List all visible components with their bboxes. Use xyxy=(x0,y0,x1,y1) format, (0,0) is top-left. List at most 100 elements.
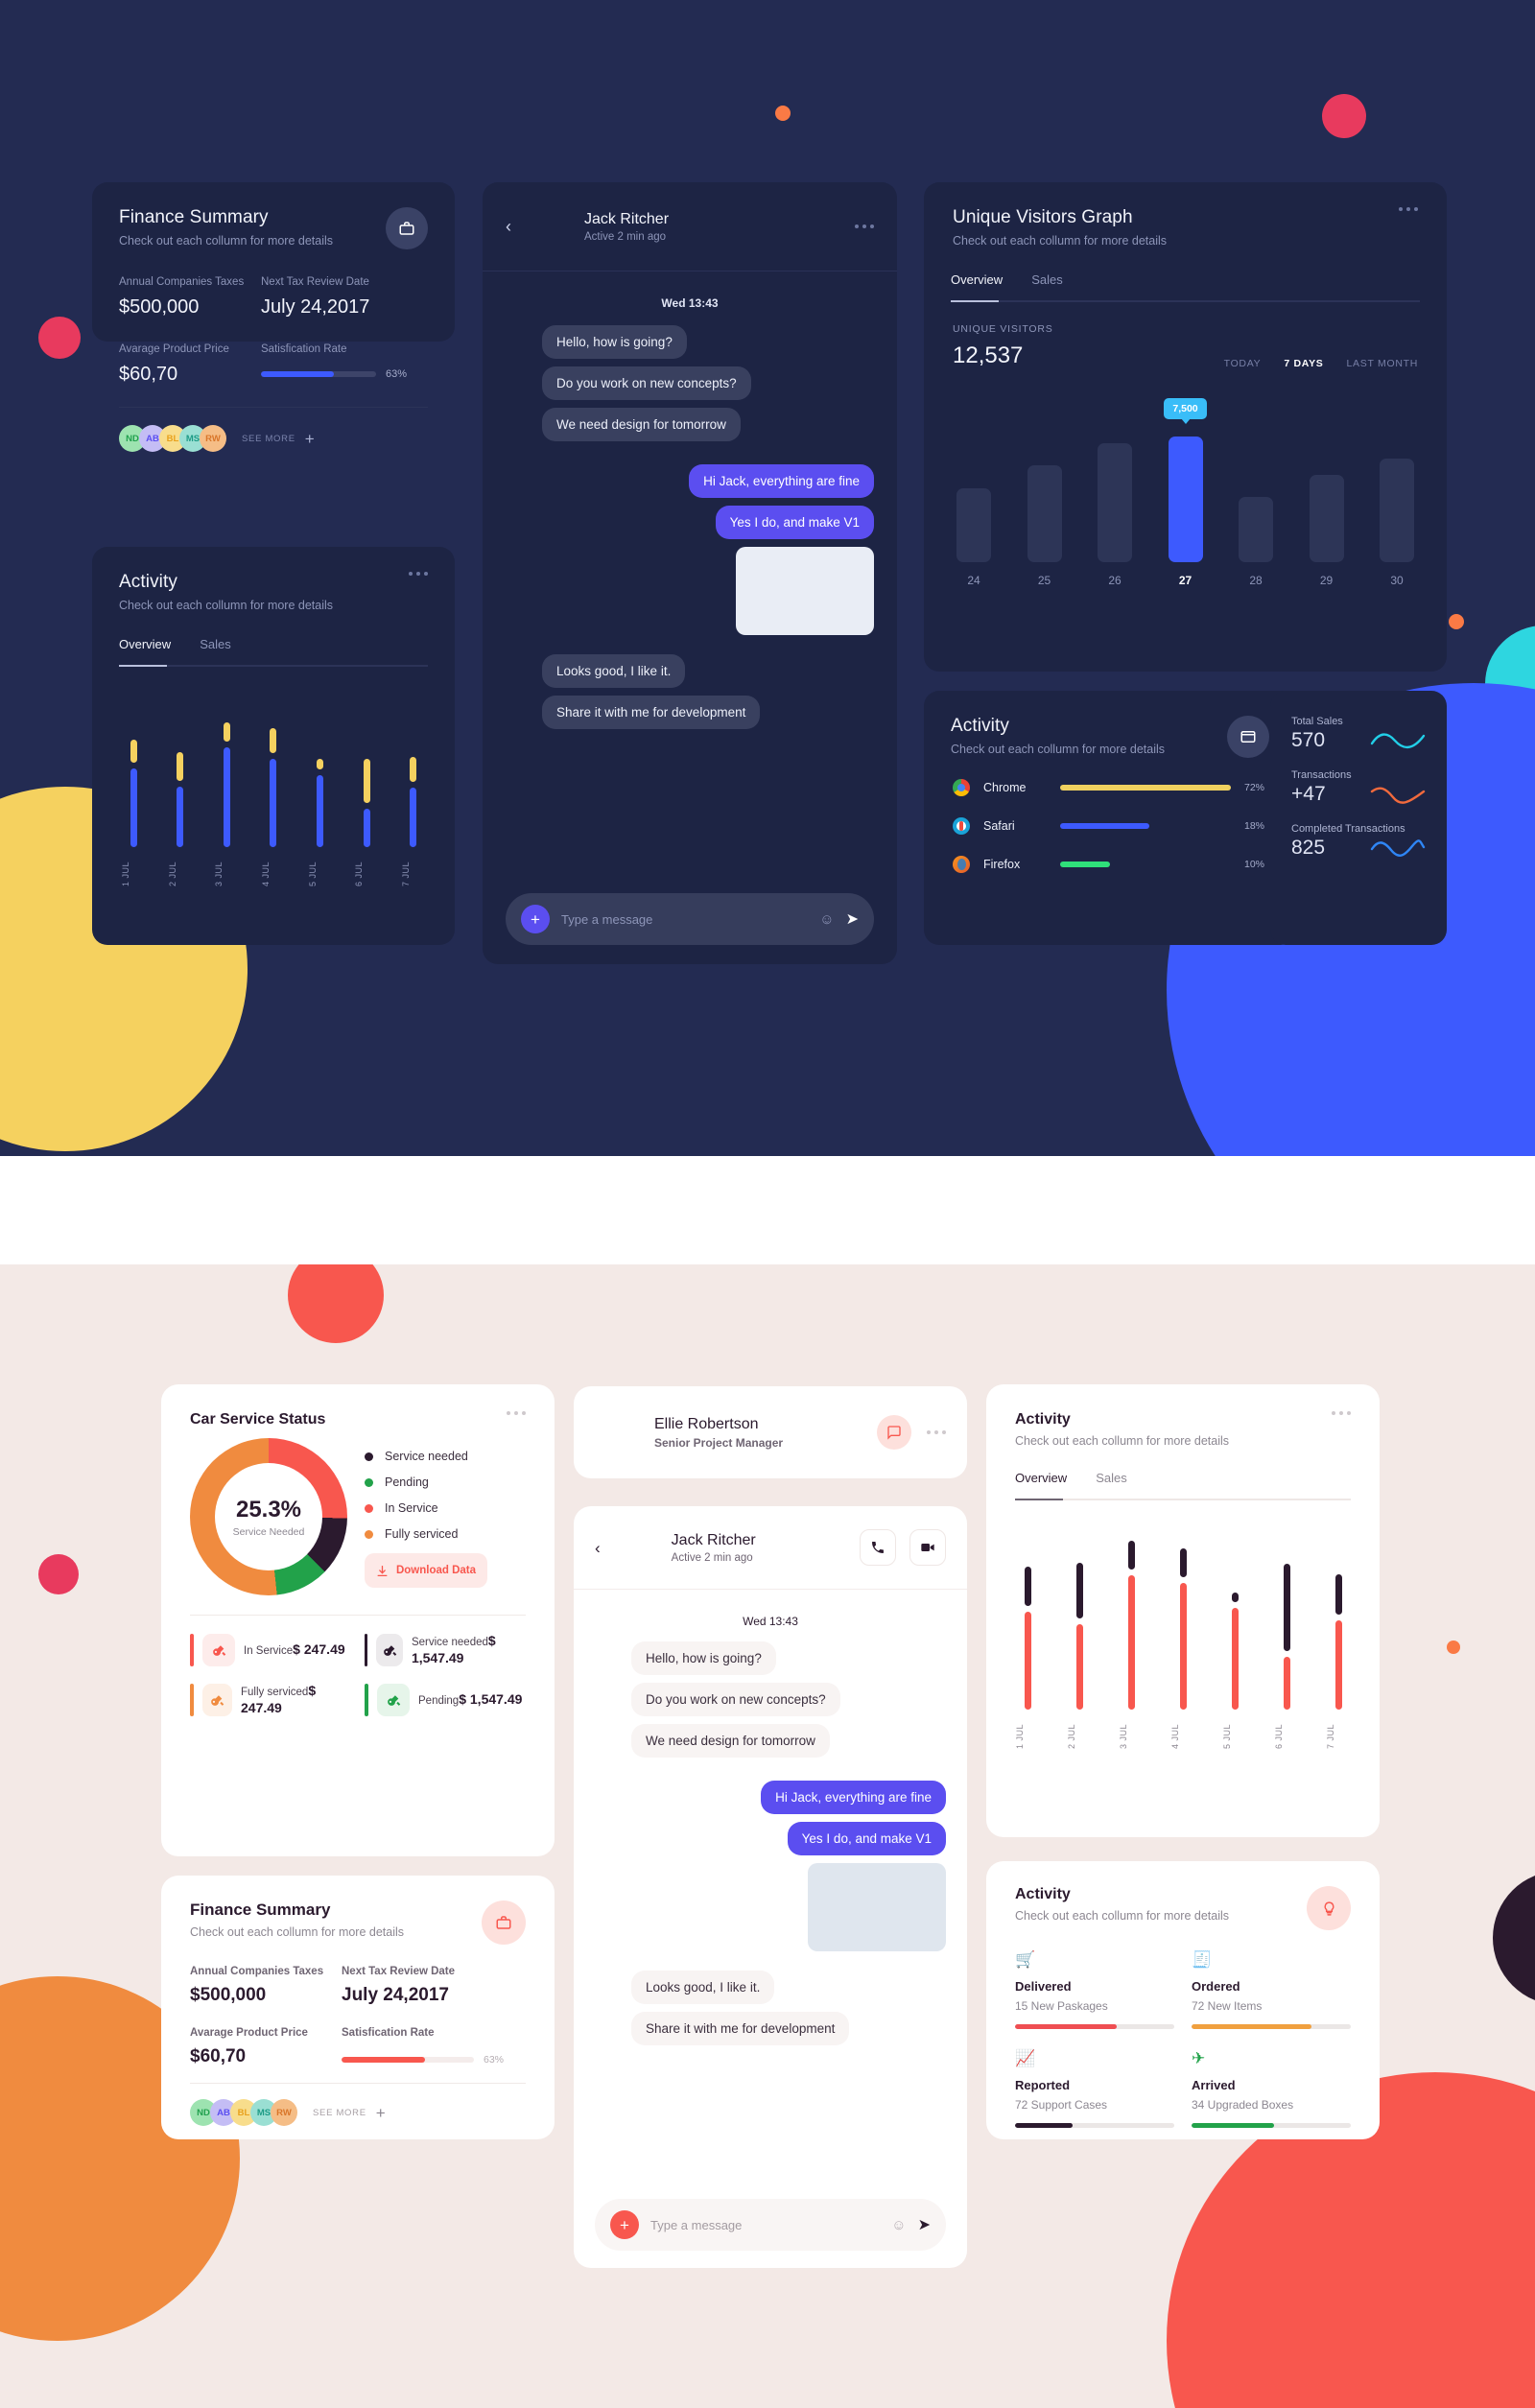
more-icon[interactable] xyxy=(409,572,428,576)
activity-card-dark: Activity Check out each collumn for more… xyxy=(92,547,455,945)
section-divider xyxy=(0,1156,1535,1264)
bar-column[interactable]: 7,500 xyxy=(1164,394,1207,562)
download-data-button[interactable]: Download Data xyxy=(365,1553,487,1588)
bar-tooltip: 7,500 xyxy=(1164,398,1207,420)
range-7-days[interactable]: 7 DAYS xyxy=(1284,358,1323,369)
lightbulb-icon[interactable] xyxy=(1307,1886,1351,1930)
card-subtitle: Check out each collumn for more details xyxy=(190,1925,405,1939)
bar-segment-lower xyxy=(1075,1624,1083,1710)
emoji-icon[interactable]: ☺ xyxy=(819,911,834,928)
add-member-icon[interactable]: + xyxy=(305,431,315,447)
plus-icon[interactable]: + xyxy=(610,2210,639,2239)
field-value: $500,000 xyxy=(119,296,200,318)
delivery-stat-item[interactable]: 📈 Reported 72 Support Cases xyxy=(1015,2050,1174,2128)
tab-sales[interactable]: Sales xyxy=(1031,272,1063,287)
send-icon[interactable]: ➤ xyxy=(846,909,859,929)
tab-sales[interactable]: Sales xyxy=(1096,1471,1127,1485)
message-input[interactable]: Type a message xyxy=(650,2218,880,2232)
field-label: Satisfication Rate xyxy=(261,343,347,355)
message-input[interactable]: Type a message xyxy=(561,912,808,927)
bar-column xyxy=(401,694,426,847)
more-icon[interactable] xyxy=(1399,207,1418,211)
browser-row-firefox: Firefox 10% xyxy=(924,856,1296,873)
briefcase-icon[interactable] xyxy=(482,1900,526,1945)
more-icon[interactable] xyxy=(507,1411,526,1415)
more-icon[interactable] xyxy=(1332,1411,1351,1415)
emoji-icon[interactable]: ☺ xyxy=(891,2217,906,2233)
add-member-icon[interactable]: + xyxy=(376,2105,386,2121)
message-image-attachment[interactable] xyxy=(736,547,874,635)
message-bubble: Looks good, I like it. xyxy=(542,654,686,688)
more-icon[interactable] xyxy=(927,1430,946,1434)
phone-icon[interactable] xyxy=(860,1529,896,1566)
person-card: Ellie Robertson Senior Project Manager xyxy=(574,1386,967,1478)
sales-stats-card: Total Sales 570 Transactions +47 Complet… xyxy=(1270,691,1447,945)
divider xyxy=(190,1615,526,1616)
bar-column[interactable] xyxy=(1239,394,1273,562)
bar-column[interactable] xyxy=(956,394,991,562)
delivery-stat-item[interactable]: 🛒 Delivered 15 New Paskages xyxy=(1015,1951,1174,2029)
bar[interactable] xyxy=(1098,443,1132,562)
see-more-link[interactable]: SEE MORE xyxy=(313,2108,366,2118)
card-header: Finance Summary Check out each collumn f… xyxy=(92,182,455,249)
bar-column[interactable] xyxy=(1098,394,1132,562)
message-row: We need design for tomorrow xyxy=(506,408,874,441)
stat-subtitle: 72 Support Cases xyxy=(1015,2098,1108,2112)
bar-column[interactable] xyxy=(1027,394,1062,562)
video-icon[interactable] xyxy=(909,1529,946,1566)
message-input-bar[interactable]: + Type a message ☺ ➤ xyxy=(595,2199,946,2251)
divider xyxy=(190,2083,526,2084)
plus-icon[interactable]: + xyxy=(521,905,550,933)
stat-title: Ordered xyxy=(1192,1979,1240,1994)
chat-card-dark: ‹ Jack Ritcher Active 2 min ago Wed 13:4… xyxy=(483,182,897,964)
message-input-bar[interactable]: + Type a message ☺ ➤ xyxy=(506,893,874,945)
range-today[interactable]: TODAY xyxy=(1224,358,1262,369)
delivery-stat-item[interactable]: 🧾 Ordered 72 New Items xyxy=(1192,1951,1351,2029)
avatar[interactable]: RW xyxy=(271,2099,297,2126)
send-icon[interactable]: ➤ xyxy=(918,2215,931,2234)
tab-sales[interactable]: Sales xyxy=(200,637,231,651)
bar[interactable] xyxy=(1027,464,1062,562)
bar[interactable] xyxy=(1380,458,1414,562)
browser-progress xyxy=(1060,785,1231,791)
bar[interactable] xyxy=(1309,475,1344,562)
bar[interactable] xyxy=(1239,496,1273,562)
chevron-left-icon[interactable]: ‹ xyxy=(595,1540,601,1556)
service-stat-item[interactable]: In Service$ 247.49 xyxy=(190,1633,351,1667)
tab-underline xyxy=(951,300,1420,302)
contact-name: Jack Ritcher xyxy=(584,210,670,227)
message-image-attachment[interactable] xyxy=(808,1863,946,1951)
service-stat-item[interactable]: Service needed$ 1,547.49 xyxy=(365,1633,526,1667)
chat-messages: Wed 13:43 Hello, how is going? Do you wo… xyxy=(483,271,897,752)
avatar[interactable]: RW xyxy=(200,425,226,452)
delivery-stat-item[interactable]: ✈ Arrived 34 Upgraded Boxes xyxy=(1192,2050,1351,2128)
tab-overview[interactable]: Overview xyxy=(951,272,1003,287)
tab-overview[interactable]: Overview xyxy=(1015,1471,1067,1485)
bar[interactable] xyxy=(1168,437,1203,562)
see-more-link[interactable]: SEE MORE xyxy=(242,434,295,444)
briefcase-icon[interactable] xyxy=(386,207,428,249)
bar-column xyxy=(1119,1525,1144,1710)
more-icon[interactable] xyxy=(855,224,874,228)
service-stat-item[interactable]: Pending$ 1,547.49 xyxy=(365,1683,526,1717)
field-label: Next Tax Review Date xyxy=(342,1966,456,1977)
card-subtitle: Check out each collumn for more details xyxy=(1015,1434,1230,1448)
bar[interactable] xyxy=(956,488,991,562)
service-stat-item[interactable]: Fully serviced$ 247.49 xyxy=(190,1683,351,1717)
message-row xyxy=(595,1863,946,1951)
window-icon[interactable] xyxy=(1227,716,1269,758)
message-bubble: Do you work on new concepts? xyxy=(631,1683,840,1716)
legend-dot xyxy=(365,1529,373,1539)
stat-accent-bar xyxy=(190,1684,194,1716)
bar-column xyxy=(354,694,379,847)
bar-column[interactable] xyxy=(1380,394,1414,562)
chevron-left-icon[interactable]: ‹ xyxy=(506,218,511,235)
donut-percent: 25.3% xyxy=(235,1496,302,1523)
range-last-month[interactable]: LAST MONTH xyxy=(1347,358,1418,369)
tab-overview[interactable]: Overview xyxy=(119,637,171,651)
message-row: Do you work on new concepts? xyxy=(506,366,874,400)
bar-column[interactable] xyxy=(1309,394,1344,562)
donut-center: 25.3% Service Needed xyxy=(215,1463,322,1570)
progress-track xyxy=(1015,2123,1174,2128)
chat-bubble-icon[interactable] xyxy=(877,1415,911,1450)
